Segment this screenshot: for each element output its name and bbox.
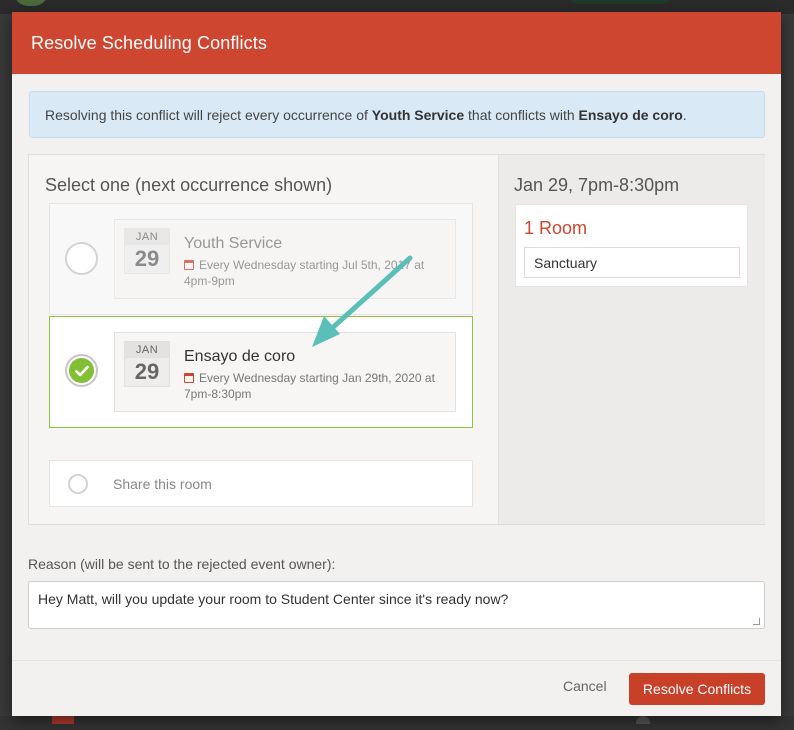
- date-month: JAN: [125, 229, 169, 245]
- modal-header: Resolve Scheduling Conflicts: [12, 12, 781, 74]
- event-name: Youth Service: [184, 235, 283, 252]
- radio-button[interactable]: [68, 474, 88, 494]
- recurrence-text: Every Wednesday starting Jan 29th, 2020 …: [184, 371, 435, 401]
- event-card: JAN 29 Youth Service Every Wednesday sta…: [114, 219, 456, 299]
- date-day: 29: [134, 359, 160, 384]
- alert-text: Resolving this conflict will reject ever…: [45, 107, 687, 123]
- reason-label: Reason (will be sent to the rejected eve…: [28, 556, 336, 572]
- date-day: 29: [134, 246, 160, 271]
- date-badge: JAN 29: [124, 228, 170, 274]
- alert-text-middle: that conflicts with: [464, 106, 579, 123]
- checkmark-icon: [74, 365, 89, 376]
- selected-indicator: [69, 358, 94, 383]
- info-alert: Resolving this conflict will reject ever…: [29, 91, 765, 138]
- event-name: Ensayo de coro: [184, 348, 296, 365]
- calendar-repeat-icon: [184, 260, 194, 270]
- calendar-repeat-icon: [184, 373, 194, 383]
- conflict-details-column: Jan 29, 7pm-8:30pm 1 Room Sanctuary: [498, 155, 765, 524]
- reason-textarea[interactable]: Hey Matt, will you update your room to S…: [28, 581, 765, 629]
- room-card: 1 Room Sanctuary: [515, 204, 748, 287]
- alert-text-prefix: Resolving this conflict will reject ever…: [45, 106, 372, 123]
- room-count: 1 Room: [524, 218, 588, 238]
- option-share-room[interactable]: Share this room: [49, 460, 473, 507]
- resize-handle[interactable]: [753, 618, 760, 625]
- event-recurrence: Every Wednesday starting Jul 5th, 2017 a…: [184, 257, 449, 289]
- date-badge: JAN 29: [124, 341, 170, 387]
- resolve-conflicts-button[interactable]: Resolve Conflicts: [629, 673, 765, 705]
- date-month: JAN: [125, 342, 169, 358]
- page-backdrop-bottom: [0, 716, 794, 730]
- room-item: Sanctuary: [524, 247, 740, 278]
- selection-heading: Select one (next occurrence shown): [45, 175, 333, 195]
- reason-text: Hey Matt, will you update your room to S…: [38, 591, 509, 607]
- backdrop-shape: [52, 716, 74, 724]
- backdrop-shape: [14, 0, 48, 6]
- radio-button[interactable]: [65, 242, 98, 275]
- resolve-conflicts-modal: Resolve Scheduling Conflicts Resolving t…: [12, 12, 781, 716]
- share-room-label: Share this room: [113, 476, 212, 492]
- event-recurrence: Every Wednesday starting Jan 29th, 2020 …: [184, 370, 449, 402]
- modal-title: Resolve Scheduling Conflicts: [31, 32, 267, 53]
- alert-text-suffix: .: [682, 106, 687, 123]
- event-card: JAN 29 Ensayo de coro Every Wednesday st…: [114, 332, 456, 412]
- modal-footer: Cancel Resolve Conflicts: [12, 660, 781, 716]
- backdrop-shape: [570, 0, 670, 4]
- recurrence-text: Every Wednesday starting Jul 5th, 2017 a…: [184, 258, 425, 288]
- alert-event-a: Youth Service: [371, 106, 465, 123]
- conflict-date: Jan 29, 7pm-8:30pm: [514, 175, 680, 195]
- radio-button-selected[interactable]: [65, 354, 98, 387]
- conflict-panel: Select one (next occurrence shown) JAN 2…: [28, 154, 765, 525]
- alert-event-b: Ensayo de coro: [578, 106, 683, 123]
- backdrop-shape: [636, 716, 650, 724]
- selection-column: Select one (next occurrence shown) JAN 2…: [29, 155, 498, 524]
- option-ensayo-de-coro[interactable]: JAN 29 Ensayo de coro Every Wednesday st…: [49, 316, 473, 428]
- cancel-button[interactable]: Cancel: [563, 678, 607, 694]
- option-youth-service[interactable]: JAN 29 Youth Service Every Wednesday sta…: [49, 203, 473, 315]
